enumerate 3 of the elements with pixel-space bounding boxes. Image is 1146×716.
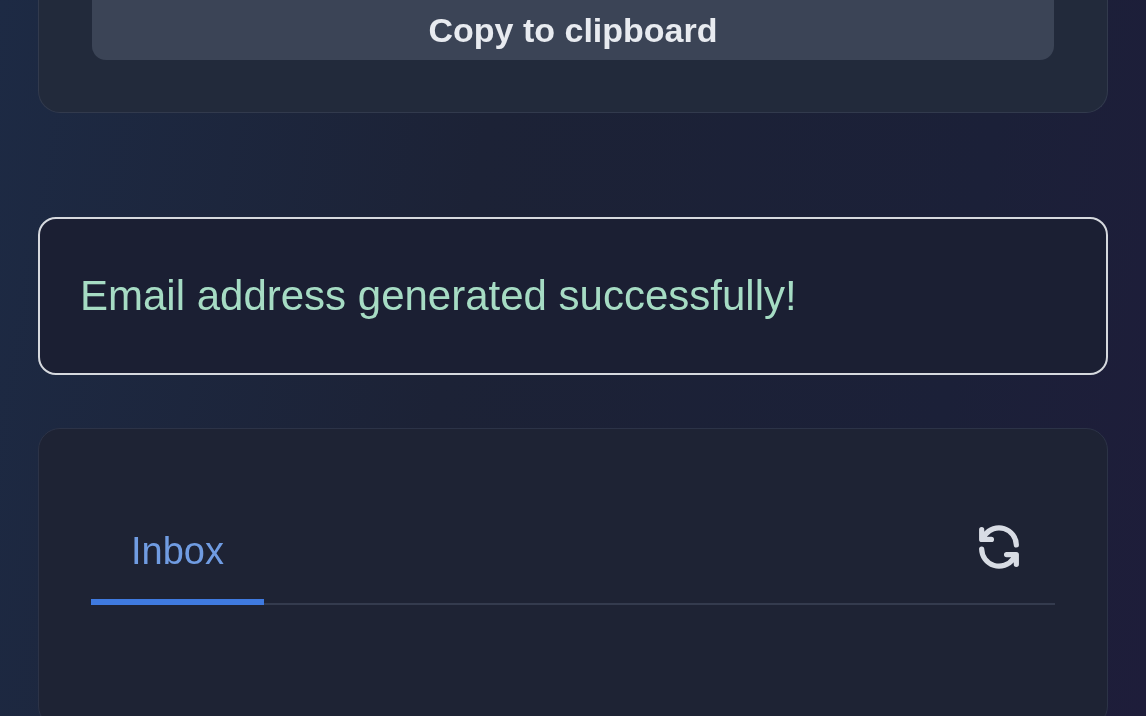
alert-message: Email address generated successfully! [80, 272, 797, 320]
inbox-tab[interactable]: Inbox [91, 503, 264, 605]
copy-button[interactable]: Copy to clipboard [92, 0, 1054, 60]
